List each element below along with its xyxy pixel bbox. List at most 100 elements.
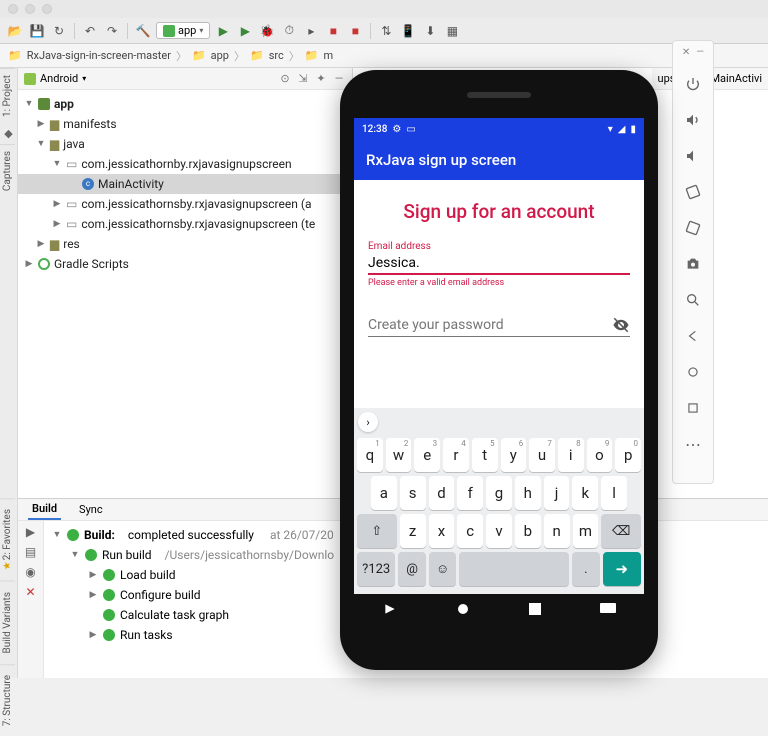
nav-back-icon[interactable] bbox=[382, 601, 398, 617]
key-l[interactable]: l bbox=[601, 476, 627, 510]
key-j[interactable]: j bbox=[544, 476, 570, 510]
tree-node[interactable]: java bbox=[63, 134, 85, 154]
filter-icon[interactable]: ▤ bbox=[25, 545, 36, 559]
nav-keyboard-icon[interactable] bbox=[600, 601, 616, 617]
symbols-key[interactable]: ?123 bbox=[357, 552, 395, 586]
build-step[interactable]: Calculate task graph bbox=[120, 605, 229, 625]
key-r[interactable]: r4 bbox=[443, 438, 469, 472]
collapse-icon[interactable]: ⊙ bbox=[278, 72, 292, 85]
shift-key[interactable]: ⇧ bbox=[357, 514, 397, 548]
layout-icon[interactable]: ▦ bbox=[443, 22, 461, 40]
tab-structure[interactable]: 7: Structure bbox=[0, 664, 15, 736]
key-a[interactable]: a bbox=[371, 476, 397, 510]
stop-all-icon[interactable]: ■ bbox=[346, 22, 364, 40]
backspace-key[interactable]: ⌫ bbox=[601, 514, 641, 548]
key-e[interactable]: e3 bbox=[414, 438, 440, 472]
crumb[interactable]: src bbox=[269, 49, 284, 62]
key-x[interactable]: x bbox=[429, 514, 455, 548]
crumb-root[interactable]: RxJava-sign-in-screen-master bbox=[27, 49, 171, 62]
tree-node-mainactivity[interactable]: MainActivity bbox=[98, 174, 164, 194]
traffic-close[interactable] bbox=[8, 4, 18, 14]
key-q[interactable]: q1 bbox=[357, 438, 383, 472]
sdk-icon[interactable]: ⬇ bbox=[421, 22, 439, 40]
save-icon[interactable]: 💾 bbox=[28, 22, 46, 40]
key-n[interactable]: n bbox=[544, 514, 570, 548]
nav-overview-icon[interactable] bbox=[527, 601, 543, 617]
chevron-right-icon[interactable]: › bbox=[358, 412, 378, 432]
tab-favorites[interactable]: ★2: Favorites bbox=[0, 498, 15, 581]
period-key[interactable]: . bbox=[572, 552, 599, 586]
key-i[interactable]: i8 bbox=[558, 438, 584, 472]
refresh-icon[interactable]: ↻ bbox=[50, 22, 68, 40]
back-icon[interactable] bbox=[683, 326, 703, 346]
sync-icon[interactable]: ⇅ bbox=[377, 22, 395, 40]
emoji-key[interactable]: ☺ bbox=[429, 552, 456, 586]
home-icon[interactable] bbox=[683, 362, 703, 382]
tree-node[interactable]: com.jessicathornby.rxjavasignupscreen bbox=[81, 154, 291, 174]
crumb[interactable]: app bbox=[211, 49, 229, 62]
key-u[interactable]: u7 bbox=[529, 438, 555, 472]
rerun-icon[interactable]: ▶ bbox=[26, 525, 35, 539]
hide-icon[interactable]: — bbox=[332, 72, 346, 85]
run-icon[interactable]: ▶ bbox=[214, 22, 232, 40]
key-v[interactable]: v bbox=[486, 514, 512, 548]
debug-icon[interactable]: 🐞 bbox=[258, 22, 276, 40]
tree-node[interactable]: com.jessicathornsby.rxjavasignupscreen (… bbox=[81, 194, 311, 214]
build-tab-build[interactable]: Build bbox=[28, 499, 61, 520]
key-t[interactable]: t5 bbox=[472, 438, 498, 472]
crumb[interactable]: m bbox=[323, 49, 333, 62]
key-h[interactable]: h bbox=[515, 476, 541, 510]
close-icon[interactable]: ✕ bbox=[25, 585, 35, 599]
tree-node[interactable]: manifests bbox=[63, 114, 116, 134]
expand-icon[interactable]: ⇲ bbox=[296, 72, 310, 85]
volume-down-icon[interactable] bbox=[683, 146, 703, 166]
power-icon[interactable] bbox=[683, 74, 703, 94]
tree-node[interactable]: res bbox=[63, 234, 80, 254]
camera-icon[interactable] bbox=[683, 254, 703, 274]
rotate-left-icon[interactable] bbox=[683, 182, 703, 202]
tab-project[interactable]: 1: Project bbox=[0, 68, 15, 123]
volume-up-icon[interactable] bbox=[683, 110, 703, 130]
nav-home-icon[interactable] bbox=[455, 601, 471, 617]
key-d[interactable]: d bbox=[429, 476, 455, 510]
space-key[interactable] bbox=[459, 552, 569, 586]
avd-icon[interactable]: 📱 bbox=[399, 22, 417, 40]
open-icon[interactable]: 📂 bbox=[6, 22, 24, 40]
key-f[interactable]: f bbox=[457, 476, 483, 510]
key-z[interactable]: z bbox=[400, 514, 426, 548]
build-step[interactable]: Load build bbox=[120, 565, 176, 585]
editor-file[interactable]: MainActivi bbox=[710, 72, 762, 85]
traffic-max[interactable] bbox=[42, 4, 52, 14]
build-step[interactable]: Run build bbox=[102, 545, 152, 565]
key-g[interactable]: g bbox=[486, 476, 512, 510]
key-c[interactable]: c bbox=[457, 514, 483, 548]
close-icon[interactable]: ✕ bbox=[682, 47, 690, 58]
email-field[interactable] bbox=[368, 253, 630, 275]
at-key[interactable]: @ bbox=[398, 552, 425, 586]
minimize-icon[interactable]: — bbox=[696, 47, 704, 58]
hammer-icon[interactable]: 🔨 bbox=[134, 22, 152, 40]
undo-icon[interactable]: ↶ bbox=[81, 22, 99, 40]
build-step[interactable]: Configure build bbox=[120, 585, 201, 605]
key-b[interactable]: b bbox=[515, 514, 541, 548]
key-p[interactable]: p0 bbox=[615, 438, 641, 472]
stop-icon[interactable]: ■ bbox=[324, 22, 342, 40]
redo-icon[interactable]: ↷ bbox=[103, 22, 121, 40]
project-mode[interactable]: Android bbox=[40, 72, 78, 85]
debug-run-icon[interactable]: ▶ bbox=[236, 22, 254, 40]
rotate-right-icon[interactable] bbox=[683, 218, 703, 238]
visibility-off-icon[interactable] bbox=[612, 316, 630, 334]
traffic-min[interactable] bbox=[25, 4, 35, 14]
key-m[interactable]: m bbox=[573, 514, 599, 548]
toggle-icon[interactable]: ◉ bbox=[25, 565, 35, 579]
more-icon[interactable]: ⋯ bbox=[683, 434, 703, 454]
attach-icon[interactable]: ▸ bbox=[302, 22, 320, 40]
zoom-icon[interactable] bbox=[683, 290, 703, 310]
build-step[interactable]: Run tasks bbox=[120, 625, 173, 645]
password-field[interactable] bbox=[368, 314, 612, 336]
tree-root[interactable]: app bbox=[54, 94, 74, 114]
tab-captures[interactable]: Captures bbox=[0, 144, 15, 197]
key-k[interactable]: k bbox=[572, 476, 598, 510]
build-tab-sync[interactable]: Sync bbox=[75, 500, 107, 519]
profile-icon[interactable]: ⏱ bbox=[280, 22, 298, 40]
